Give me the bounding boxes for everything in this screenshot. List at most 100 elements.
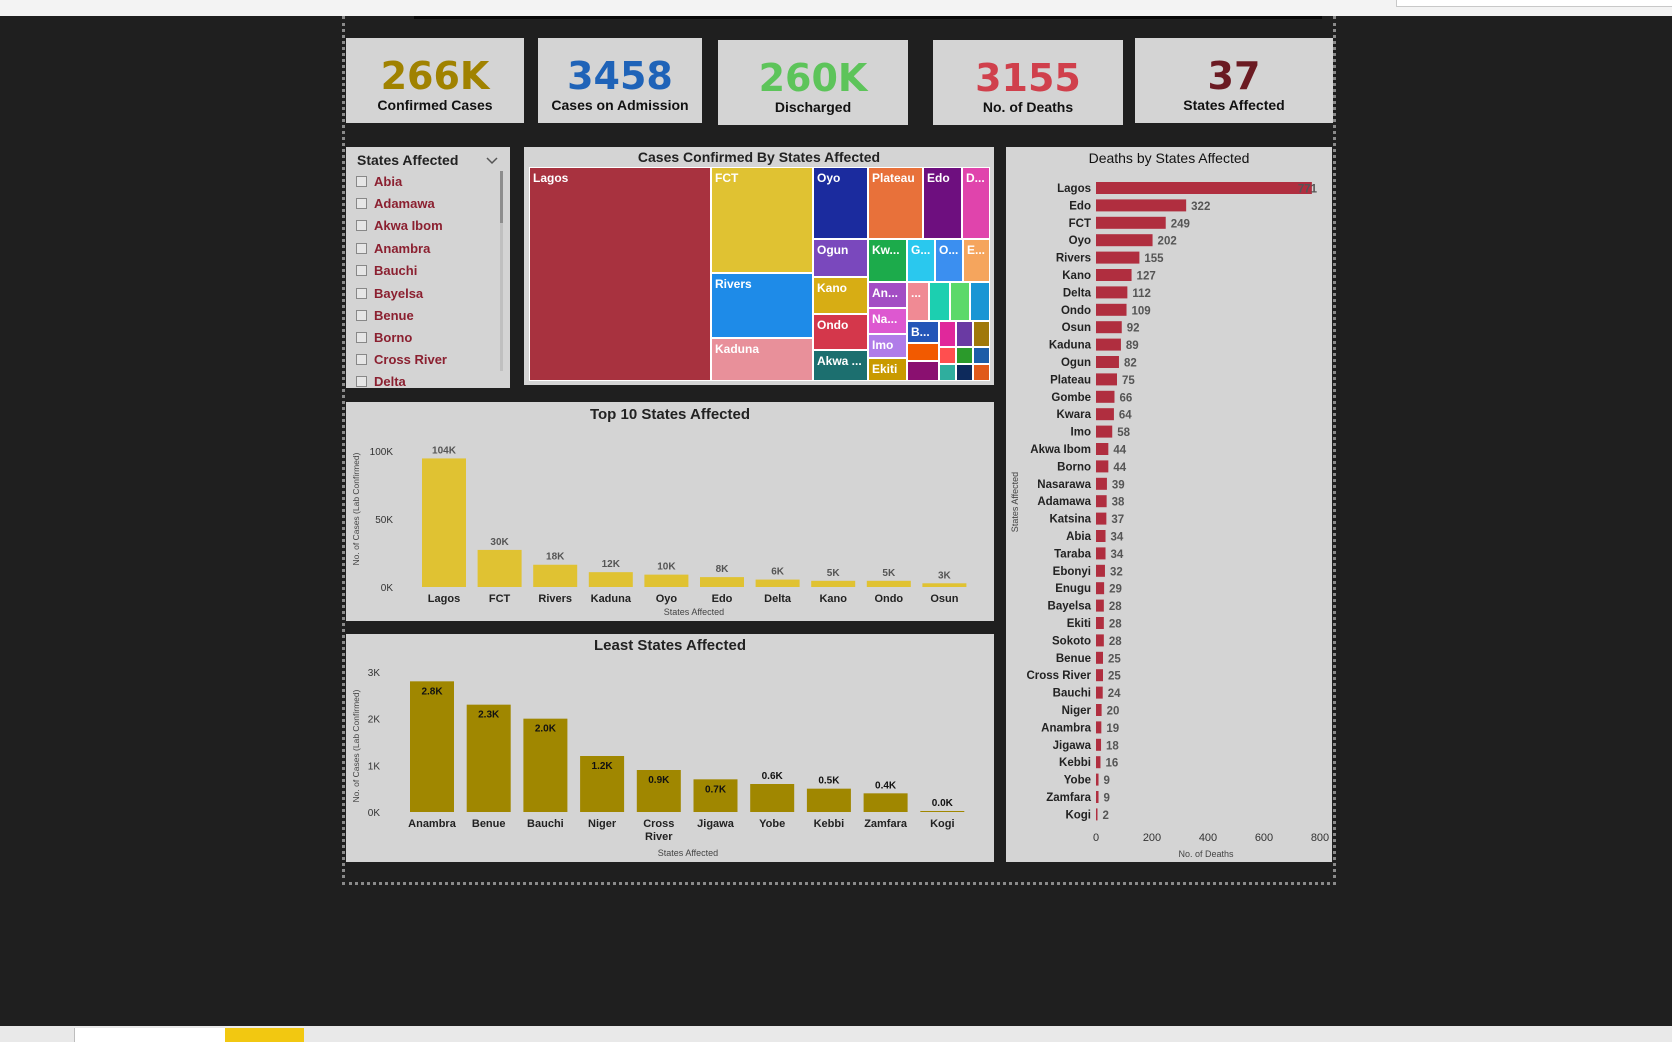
treemap-tile[interactable]: Edo [923, 167, 962, 239]
checkbox[interactable] [356, 264, 367, 276]
slicer-item[interactable]: Adamawa [356, 193, 435, 213]
bar[interactable] [1096, 564, 1105, 577]
slicer-item[interactable]: Borno [356, 327, 412, 347]
bar[interactable] [1096, 234, 1153, 247]
treemap-tile[interactable]: Plateau [868, 167, 923, 239]
checkbox[interactable] [356, 309, 367, 321]
bar[interactable] [811, 580, 856, 587]
bar[interactable] [755, 579, 800, 587]
bar[interactable] [1096, 773, 1099, 786]
bar[interactable] [1096, 408, 1114, 421]
checkbox[interactable] [356, 331, 367, 343]
bar[interactable] [920, 811, 965, 812]
bar[interactable] [1096, 356, 1119, 368]
treemap-tile[interactable]: Na... [868, 308, 907, 334]
bar[interactable] [1096, 390, 1115, 403]
slicer-item[interactable]: Cross River [356, 349, 447, 369]
bar[interactable] [1096, 443, 1109, 455]
bar[interactable] [1096, 582, 1105, 595]
bar[interactable] [1096, 303, 1127, 316]
bar[interactable] [922, 583, 967, 587]
treemap-tile[interactable]: Ondo [813, 314, 868, 350]
treemap-tile[interactable]: ... [907, 282, 929, 321]
bar[interactable] [806, 788, 851, 812]
bar[interactable] [1096, 791, 1099, 803]
bar[interactable] [1096, 425, 1113, 438]
bar[interactable] [1096, 704, 1102, 716]
bar[interactable] [1096, 512, 1107, 525]
checkbox[interactable] [356, 287, 367, 299]
search-box[interactable] [1396, 0, 1672, 7]
slicer-item[interactable]: Abia [356, 171, 402, 191]
checkbox[interactable] [356, 197, 367, 209]
slicer-scrollbar[interactable] [500, 171, 503, 223]
treemap-tile[interactable]: Kw... [868, 239, 907, 282]
bar[interactable] [410, 681, 454, 812]
checkbox[interactable] [356, 375, 367, 387]
bar[interactable] [1096, 460, 1109, 473]
bar[interactable] [1096, 738, 1102, 751]
chevron-down-icon[interactable] [486, 157, 498, 165]
bar[interactable] [1096, 808, 1098, 821]
bar[interactable] [1096, 547, 1106, 560]
slicer-item[interactable]: Delta [356, 371, 406, 388]
bar[interactable] [1096, 669, 1103, 682]
bar[interactable] [1096, 495, 1107, 508]
bar[interactable] [1096, 756, 1101, 769]
checkbox[interactable] [356, 175, 367, 187]
treemap-tile[interactable]: B... [907, 321, 939, 343]
treemap-tile[interactable]: E... [963, 239, 990, 282]
bar[interactable] [1096, 182, 1312, 194]
bar[interactable] [1096, 199, 1187, 212]
treemap-tile[interactable]: Rivers [711, 273, 813, 338]
bar[interactable] [1096, 338, 1121, 351]
bar[interactable] [1096, 373, 1117, 386]
bar[interactable] [1096, 686, 1103, 699]
treemap-tile[interactable]: Kaduna [711, 338, 813, 381]
bar[interactable] [588, 572, 633, 587]
treemap-tile[interactable]: G... [907, 239, 935, 282]
treemap-tile[interactable]: D... [962, 167, 990, 239]
checkbox[interactable] [356, 353, 367, 365]
page-tab[interactable] [74, 1028, 225, 1042]
bar[interactable] [1096, 216, 1166, 229]
slicer-item[interactable]: Bayelsa [356, 283, 423, 303]
bar[interactable] [866, 580, 911, 587]
checkbox[interactable] [356, 242, 367, 254]
bar[interactable] [1096, 599, 1104, 612]
bar[interactable] [422, 458, 466, 587]
treemap-tile[interactable]: Oyo [813, 167, 868, 239]
bar[interactable] [1096, 651, 1103, 664]
bar[interactable] [1096, 251, 1140, 264]
bar[interactable] [1096, 617, 1104, 629]
bar[interactable] [477, 549, 522, 587]
bar[interactable] [1096, 477, 1107, 490]
bar[interactable] [1096, 721, 1102, 734]
treemap-tile[interactable]: Ogun [813, 239, 868, 277]
treemap-tile[interactable]: O... [935, 239, 963, 282]
treemap-tile[interactable]: Imo [868, 334, 907, 358]
bar[interactable] [1096, 634, 1104, 647]
treemap-tile[interactable]: FCT [711, 167, 813, 273]
page-tab-active[interactable] [225, 1028, 304, 1042]
slicer-item[interactable]: Benue [356, 305, 414, 325]
bar[interactable] [1096, 321, 1122, 334]
bar[interactable] [700, 577, 744, 587]
slicer-item[interactable]: Anambra [356, 238, 430, 258]
bar[interactable] [750, 784, 795, 812]
treemap-tile[interactable]: Lagos [529, 167, 711, 381]
slicer-item[interactable]: Akwa Ibom [356, 215, 443, 235]
treemap-tile[interactable]: Ekiti [868, 358, 907, 381]
treemap-tile[interactable]: An... [868, 282, 907, 308]
bar[interactable] [644, 574, 689, 587]
bar[interactable] [1096, 269, 1132, 281]
checkbox[interactable] [356, 219, 367, 231]
treemap-tile[interactable]: Akwa ... [813, 350, 868, 381]
bar[interactable] [466, 704, 511, 812]
bar[interactable] [863, 793, 908, 812]
treemap-tile[interactable]: Kano [813, 277, 868, 314]
bar[interactable] [1096, 286, 1128, 299]
slicer-item[interactable]: Bauchi [356, 260, 417, 280]
bar[interactable] [533, 564, 578, 587]
bar[interactable] [1096, 530, 1106, 542]
